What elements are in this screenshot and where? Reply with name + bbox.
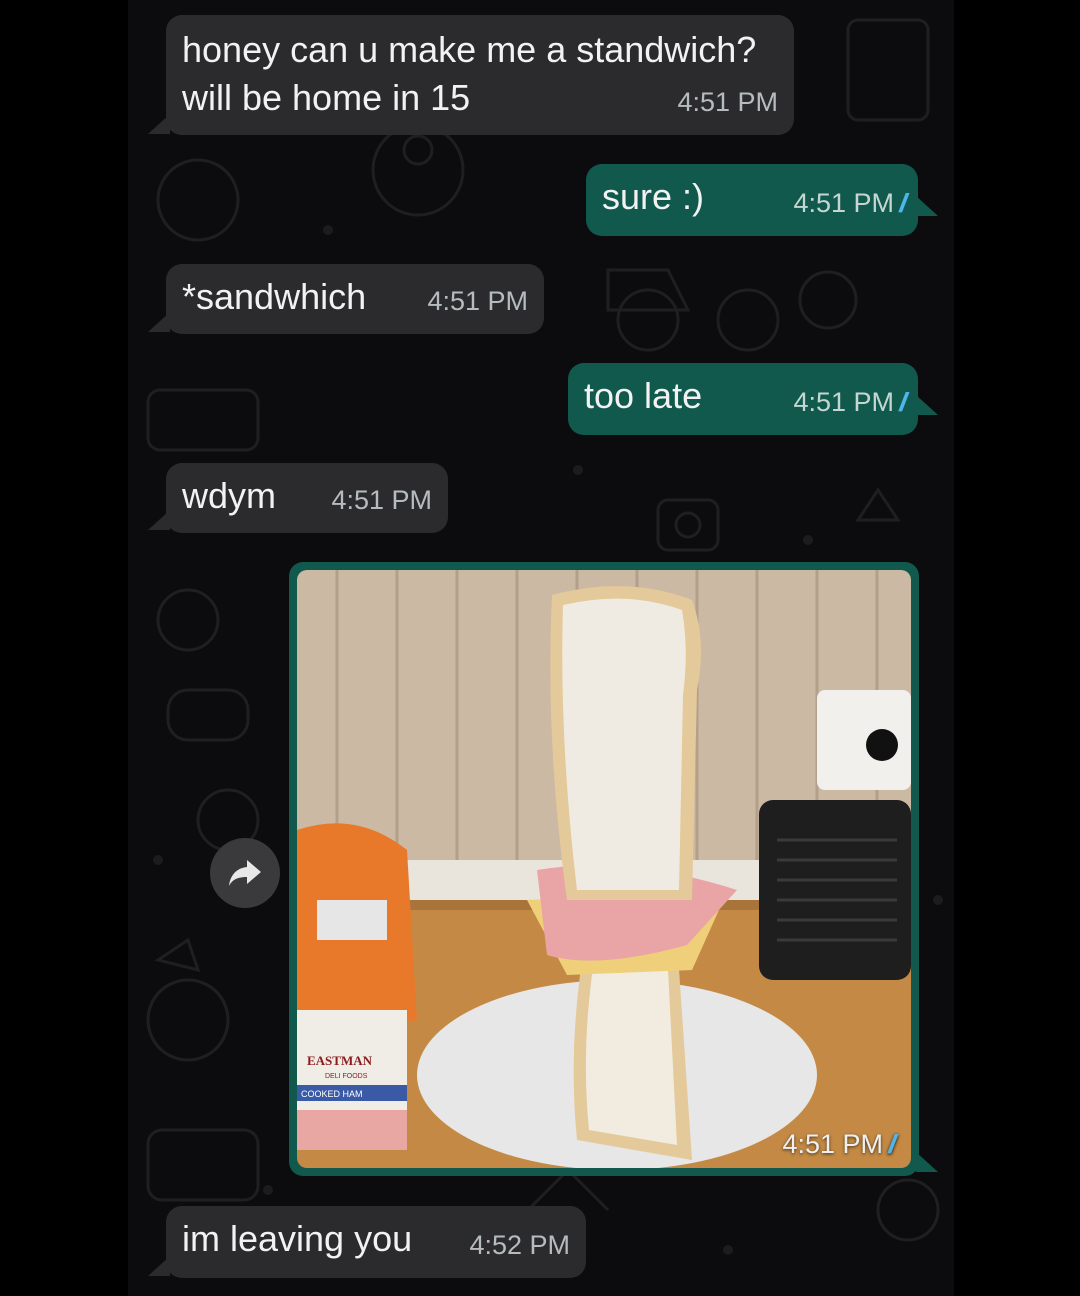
pack-brand: EASTMAN [307,1053,373,1068]
time-label: 4:51 PM [793,188,894,218]
message-text: sure :) [602,176,705,217]
message-text: im leaving you [182,1218,413,1259]
message-text: honey can u make me a standwich? [182,29,757,70]
message-time: 4:51 PM [677,87,778,117]
pack-product: COOKED HAM [301,1089,363,1099]
bubble-tail [916,196,938,216]
message-text: too late [584,375,703,416]
message-time: 4:51 PM // [782,1129,897,1160]
time-label: 4:51 PM [793,387,894,417]
message-text: *sandwhich [182,276,367,317]
forward-arrow-icon [229,860,261,886]
message-incoming[interactable]: wdym 4:51 PM [166,463,448,533]
message-time: 4:51 PM // [793,379,908,425]
message-incoming[interactable]: *sandwhich 4:51 PM [166,264,544,334]
pack-sub: DELI FOODS [325,1073,368,1080]
message-time: 4:51 PM [331,485,432,515]
message-text: wdym [182,475,277,516]
bubble-tail [916,395,938,415]
image-message[interactable]: EASTMAN DELI FOODS COOKED HAM 4:51 PM // [289,562,919,1176]
message-time: 4:52 PM [469,1230,570,1260]
message-incoming[interactable]: im leaving you 4:52 PM [166,1206,586,1278]
message-outgoing[interactable]: sure :) 4:51 PM // [586,164,918,236]
message-time: 4:51 PM // [793,180,908,226]
message-incoming[interactable]: honey can u make me a standwich? will be… [166,15,794,135]
message-time: 4:51 PM [427,286,528,316]
photo-illustration: EASTMAN DELI FOODS COOKED HAM [297,570,911,1168]
time-label: 4:51 PM [782,1129,883,1159]
sandwich-photo[interactable]: EASTMAN DELI FOODS COOKED HAM 4:51 PM // [297,570,911,1168]
message-outgoing[interactable]: too late 4:51 PM // [568,363,918,435]
message-text: will be home in 15 [182,77,471,118]
forward-button[interactable] [210,838,280,908]
